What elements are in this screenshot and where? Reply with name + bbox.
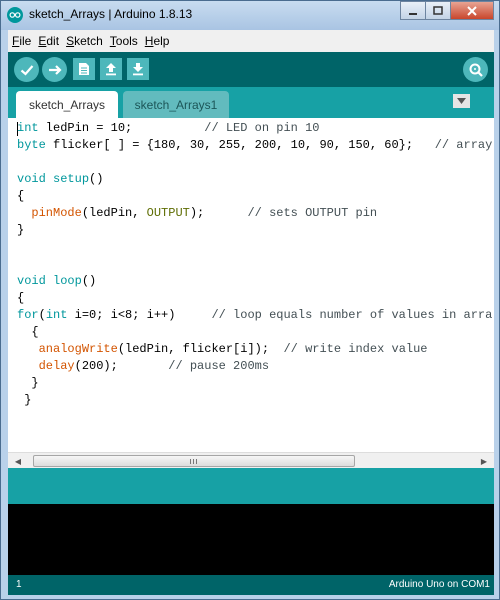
code-line: { — [17, 290, 24, 307]
code-token: // array — [434, 138, 493, 152]
code-token: } — [17, 393, 32, 407]
open-icon — [106, 63, 116, 76]
new-icon — [79, 63, 89, 75]
open-button[interactable] — [100, 58, 122, 80]
code-token: ledPin = 10; — [38, 121, 205, 135]
menu-help[interactable]: Help — [145, 34, 170, 48]
tab-sketch-arrays1[interactable]: sketch_Arrays1 — [123, 91, 229, 118]
code-token: void — [17, 172, 46, 186]
menu-sketch[interactable]: Sketch — [66, 34, 103, 48]
menu-bar: File Edit Sketch Tools Help — [8, 30, 494, 52]
code-line: analogWrite(ledPin, flicker[i]); // writ… — [17, 341, 428, 358]
close-button[interactable] — [450, 1, 494, 20]
code-token: // loop equals number of values in arra — [211, 308, 493, 322]
tab-bar: sketch_Arrays sketch_Arrays1 — [8, 87, 494, 118]
verify-button[interactable] — [14, 57, 39, 82]
code-token: { — [17, 325, 39, 339]
code-token: // write index value — [283, 342, 428, 356]
scroll-right-icon[interactable]: ▶ — [476, 454, 492, 468]
board-port-label: Arduino Uno on COM1 — [388, 579, 490, 590]
code-token: ); — [189, 206, 248, 220]
maximize-button[interactable] — [425, 1, 451, 20]
code-token: loop — [53, 274, 82, 288]
menu-edit[interactable]: Edit — [38, 34, 59, 48]
code-token: () — [81, 274, 97, 288]
code-token: void — [17, 274, 46, 288]
code-line: byte flicker[ ] = {180, 30, 255, 200, 10… — [17, 137, 492, 154]
title-bar[interactable]: sketch_Arrays | Arduino 1.8.13 — [1, 1, 499, 30]
code-token: int — [45, 308, 68, 322]
new-button[interactable] — [73, 58, 95, 80]
code-token: i=0; i<8; i++) — [67, 308, 212, 322]
code-token: { — [17, 291, 25, 305]
serial-monitor-button[interactable] — [463, 57, 488, 82]
code-line: } — [17, 392, 31, 409]
code-token: pinMode — [31, 206, 82, 220]
save-button[interactable] — [127, 58, 149, 80]
code-token: byte — [17, 138, 46, 152]
menu-tools[interactable]: Tools — [110, 34, 138, 48]
upload-button[interactable] — [42, 57, 67, 82]
chevron-down-icon — [457, 98, 466, 104]
code-token: for — [17, 308, 39, 322]
code-token: } — [17, 223, 25, 237]
code-token: flicker[ ] = {180, 30, 255, 200, 10, 90,… — [45, 138, 435, 152]
code-token: () — [89, 172, 104, 186]
code-token: // sets OUTPUT pin — [247, 206, 378, 220]
code-line: { — [17, 324, 39, 341]
code-line: void setup() — [17, 171, 103, 188]
code-line: int ledPin = 10; // LED on pin 10 — [17, 120, 319, 137]
tab-menu-button[interactable] — [453, 94, 470, 108]
code-token: (ledPin, — [81, 206, 147, 220]
code-line: } — [17, 375, 39, 392]
code-line: { — [17, 188, 24, 205]
code-token: { — [17, 189, 25, 203]
code-token: (200); — [74, 359, 169, 373]
message-area — [8, 468, 494, 504]
tab-sketch-arrays[interactable]: sketch_Arrays — [16, 91, 118, 118]
code-token: OUTPUT — [146, 206, 190, 220]
line-number: 1 — [16, 579, 22, 590]
code-token: // pause 200ms — [168, 359, 270, 373]
code-line: for(int i=0; i<8; i++) // loop equals nu… — [17, 307, 492, 324]
code-line: pinMode(ledPin, OUTPUT); // sets OUTPUT … — [17, 205, 377, 222]
code-token: analogWrite — [38, 342, 118, 356]
arduino-logo-icon — [7, 7, 23, 23]
save-icon — [133, 63, 143, 76]
code-token: (ledPin, flicker[i]); — [117, 342, 284, 356]
horizontal-scrollbar[interactable]: ◀ ▶ — [8, 452, 494, 468]
code-line: } — [17, 222, 24, 239]
verify-icon — [20, 64, 33, 76]
window-title: sketch_Arrays | Arduino 1.8.13 — [29, 7, 193, 21]
serial-monitor-icon — [469, 63, 483, 77]
code-token: int — [17, 121, 39, 135]
minimize-button[interactable] — [400, 1, 426, 20]
code-line: delay(200); // pause 200ms — [17, 358, 269, 375]
scrollbar-thumb[interactable] — [33, 455, 355, 467]
toolbar — [8, 52, 494, 87]
status-bar: 1 Arduino Uno on COM1 — [8, 575, 494, 595]
code-editor[interactable]: int ledPin = 10; // LED on pin 10 byte fl… — [8, 118, 494, 452]
upload-icon — [48, 64, 62, 75]
menu-file[interactable]: File — [12, 34, 31, 48]
code-token: delay — [38, 359, 75, 373]
window-controls — [400, 1, 494, 21]
scroll-left-icon[interactable]: ◀ — [10, 454, 26, 468]
scrollbar-grip-icon — [190, 459, 198, 464]
arduino-window: sketch_Arrays | Arduino 1.8.13 File Edit… — [0, 0, 500, 600]
code-token: // LED on pin 10 — [204, 121, 320, 135]
code-token: setup — [53, 172, 90, 186]
code-token: ( — [38, 308, 46, 322]
code-token: } — [17, 376, 39, 390]
code-line: void loop() — [17, 273, 96, 290]
output-console[interactable] — [8, 504, 494, 575]
